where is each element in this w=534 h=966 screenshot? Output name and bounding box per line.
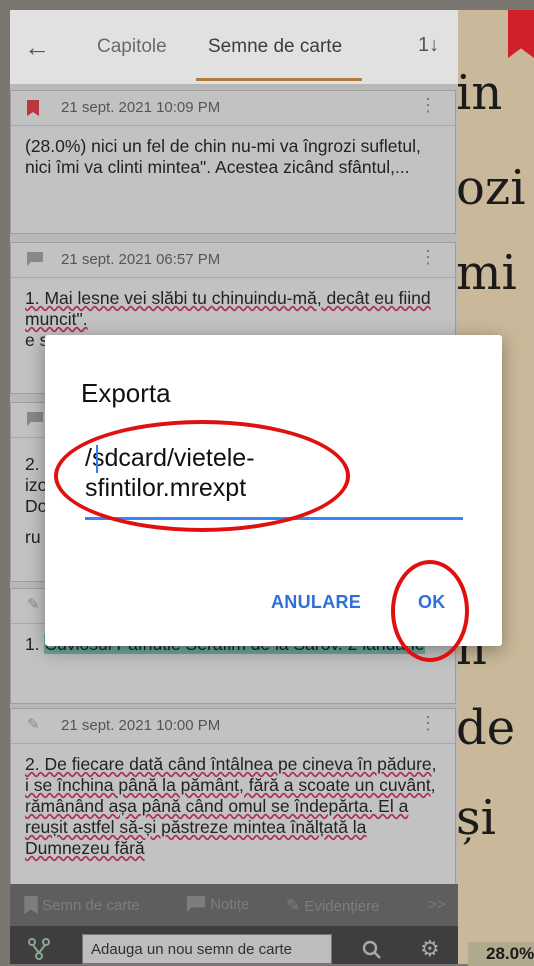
note-icon: [27, 412, 43, 426]
tab-bookmark[interactable]: Semn de carte: [24, 896, 140, 914]
more-vert-icon[interactable]: ⋮: [419, 95, 437, 116]
more-tabs-button[interactable]: >>: [428, 896, 446, 913]
card-header: 21 sept. 2021 10:09 PM ⋮: [11, 91, 455, 126]
bookmark-card[interactable]: 21 sept. 2021 10:09 PM ⋮ (28.0%) nici un…: [10, 90, 456, 234]
tab-notes-label: Notițe: [210, 896, 250, 913]
add-bookmark-input[interactable]: Adauga un nou semn de carte: [82, 934, 332, 964]
tab-chapters[interactable]: Capitole: [97, 36, 167, 58]
bookmark-icon: [24, 896, 38, 914]
gear-icon[interactable]: ⚙: [420, 936, 440, 962]
export-dialog: Exporta /sdcard/vietele- sfintilor.mrexp…: [45, 335, 502, 646]
share-branch-icon[interactable]: [28, 938, 50, 960]
back-arrow-icon[interactable]: ←: [24, 32, 50, 63]
book-word: in: [458, 65, 503, 121]
highlight-text: 2. De fiecare dată când întâlnea pe cine…: [25, 754, 437, 858]
book-word: ozi: [458, 160, 526, 216]
pencil-icon: ✎: [27, 716, 40, 733]
bookmark-date: 21 sept. 2021 06:57 PM: [61, 251, 221, 268]
highlight-card[interactable]: ✎ 21 sept. 2021 10:00 PM ⋮ 2. De fiecare…: [10, 708, 456, 886]
note-icon: [27, 252, 43, 266]
text-cursor: [96, 445, 98, 473]
dialog-title: Exporta: [81, 378, 171, 408]
tab-bookmark-label: Semn de carte: [42, 897, 140, 914]
sort-icon[interactable]: 1↓: [418, 34, 439, 57]
book-word: de: [458, 700, 516, 756]
book-word: și: [458, 790, 496, 846]
card-header: 21 sept. 2021 06:57 PM ⋮: [11, 243, 455, 278]
bookmark-date: 21 sept. 2021 10:00 PM: [61, 717, 221, 734]
export-path-input[interactable]: /sdcard/vietele- sfintilor.mrexpt: [85, 443, 463, 520]
panel-header: ← Capitole Semne de carte 1↓: [10, 10, 458, 84]
bookmark-icon: [27, 100, 39, 116]
bookmark-text: (28.0%) nici un fel de chin nu-mi va îng…: [25, 136, 421, 177]
search-icon[interactable]: [362, 940, 382, 960]
tab-notes[interactable]: Notițe: [186, 896, 249, 913]
book-word: mi: [458, 245, 517, 301]
pencil-icon: ✎: [27, 596, 40, 613]
tab-highlight-label: Evidențiere: [304, 898, 380, 915]
note-icon: [186, 896, 206, 912]
more-vert-icon[interactable]: ⋮: [419, 247, 437, 268]
more-vert-icon[interactable]: ⋮: [419, 713, 437, 734]
bottom-tab-bar: Semn de carte Notițe ✎ Evidențiere >>: [10, 884, 458, 926]
bottom-action-bar: Adauga un nou semn de carte ⚙: [10, 926, 458, 964]
ok-button[interactable]: OK: [418, 592, 446, 613]
tab-highlight[interactable]: ✎ Evidențiere: [286, 896, 379, 916]
active-tab-indicator: [196, 78, 362, 81]
pencil-icon: ✎: [286, 896, 301, 915]
note-text-line: 1. Mai lesne vei slăbi tu chinuindu-mă, …: [25, 288, 431, 329]
cancel-button[interactable]: ANULARE: [271, 592, 361, 613]
reading-progress: 28.0%: [468, 942, 534, 966]
tab-bookmarks[interactable]: Semne de carte: [208, 36, 342, 58]
highlight-prefix: 1.: [25, 634, 40, 654]
bookmark-date: 21 sept. 2021 10:09 PM: [61, 99, 221, 116]
card-header: ✎ 21 sept. 2021 10:00 PM ⋮: [11, 709, 455, 744]
